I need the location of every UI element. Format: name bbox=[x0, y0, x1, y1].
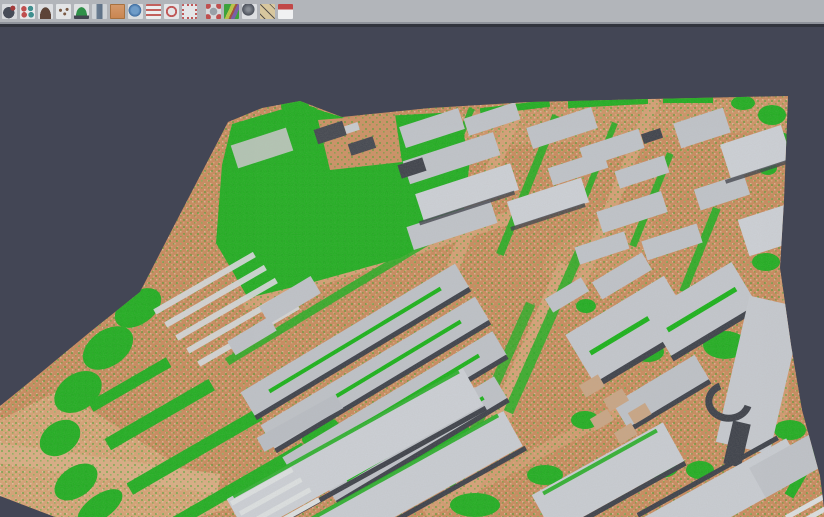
sparse-points-button[interactable] bbox=[55, 3, 72, 20]
profile-select-icon bbox=[2, 4, 17, 19]
profile-lines-icon bbox=[146, 4, 161, 19]
rect-select-icon bbox=[182, 4, 197, 19]
globe-view-icon bbox=[128, 4, 143, 19]
viewport-top-border bbox=[0, 24, 824, 27]
tin-surface-button[interactable] bbox=[37, 3, 54, 20]
classified-render-icon bbox=[224, 4, 239, 19]
tin-surface-icon bbox=[38, 4, 53, 19]
cross-section-button[interactable] bbox=[91, 3, 108, 20]
app-window: { "window": { "title": "point-cloud-view… bbox=[0, 0, 824, 517]
classified-render-button[interactable] bbox=[223, 3, 240, 20]
cross-section-icon bbox=[92, 4, 107, 19]
circle-select-button[interactable] bbox=[163, 3, 180, 20]
flag-mark-icon bbox=[278, 4, 293, 19]
sphere-render-icon bbox=[242, 4, 257, 19]
noise-overlay bbox=[0, 96, 824, 517]
pointcloud-render[interactable] bbox=[0, 27, 824, 517]
sphere-render-button[interactable] bbox=[241, 3, 258, 20]
profile-lines-button[interactable] bbox=[145, 3, 162, 20]
flag-mark-button[interactable] bbox=[277, 3, 294, 20]
terrain-surface-icon bbox=[74, 4, 89, 19]
screenshot-icon bbox=[206, 4, 221, 19]
ground-tile-button[interactable] bbox=[109, 3, 126, 20]
circle-select-icon bbox=[164, 4, 179, 19]
main-toolbar bbox=[0, 0, 824, 22]
measure-button[interactable] bbox=[259, 3, 276, 20]
profile-select-button[interactable] bbox=[1, 3, 18, 20]
3d-viewport[interactable] bbox=[0, 27, 824, 517]
screenshot-button[interactable] bbox=[205, 3, 222, 20]
terrain-surface-button[interactable] bbox=[73, 3, 90, 20]
globe-view-button[interactable] bbox=[127, 3, 144, 20]
measure-icon bbox=[260, 4, 275, 19]
ground-tile-icon bbox=[110, 4, 125, 19]
sparse-points-icon bbox=[56, 4, 71, 19]
classify-points-icon bbox=[20, 4, 35, 19]
classify-points-button[interactable] bbox=[19, 3, 36, 20]
rect-select-button[interactable] bbox=[181, 3, 198, 20]
